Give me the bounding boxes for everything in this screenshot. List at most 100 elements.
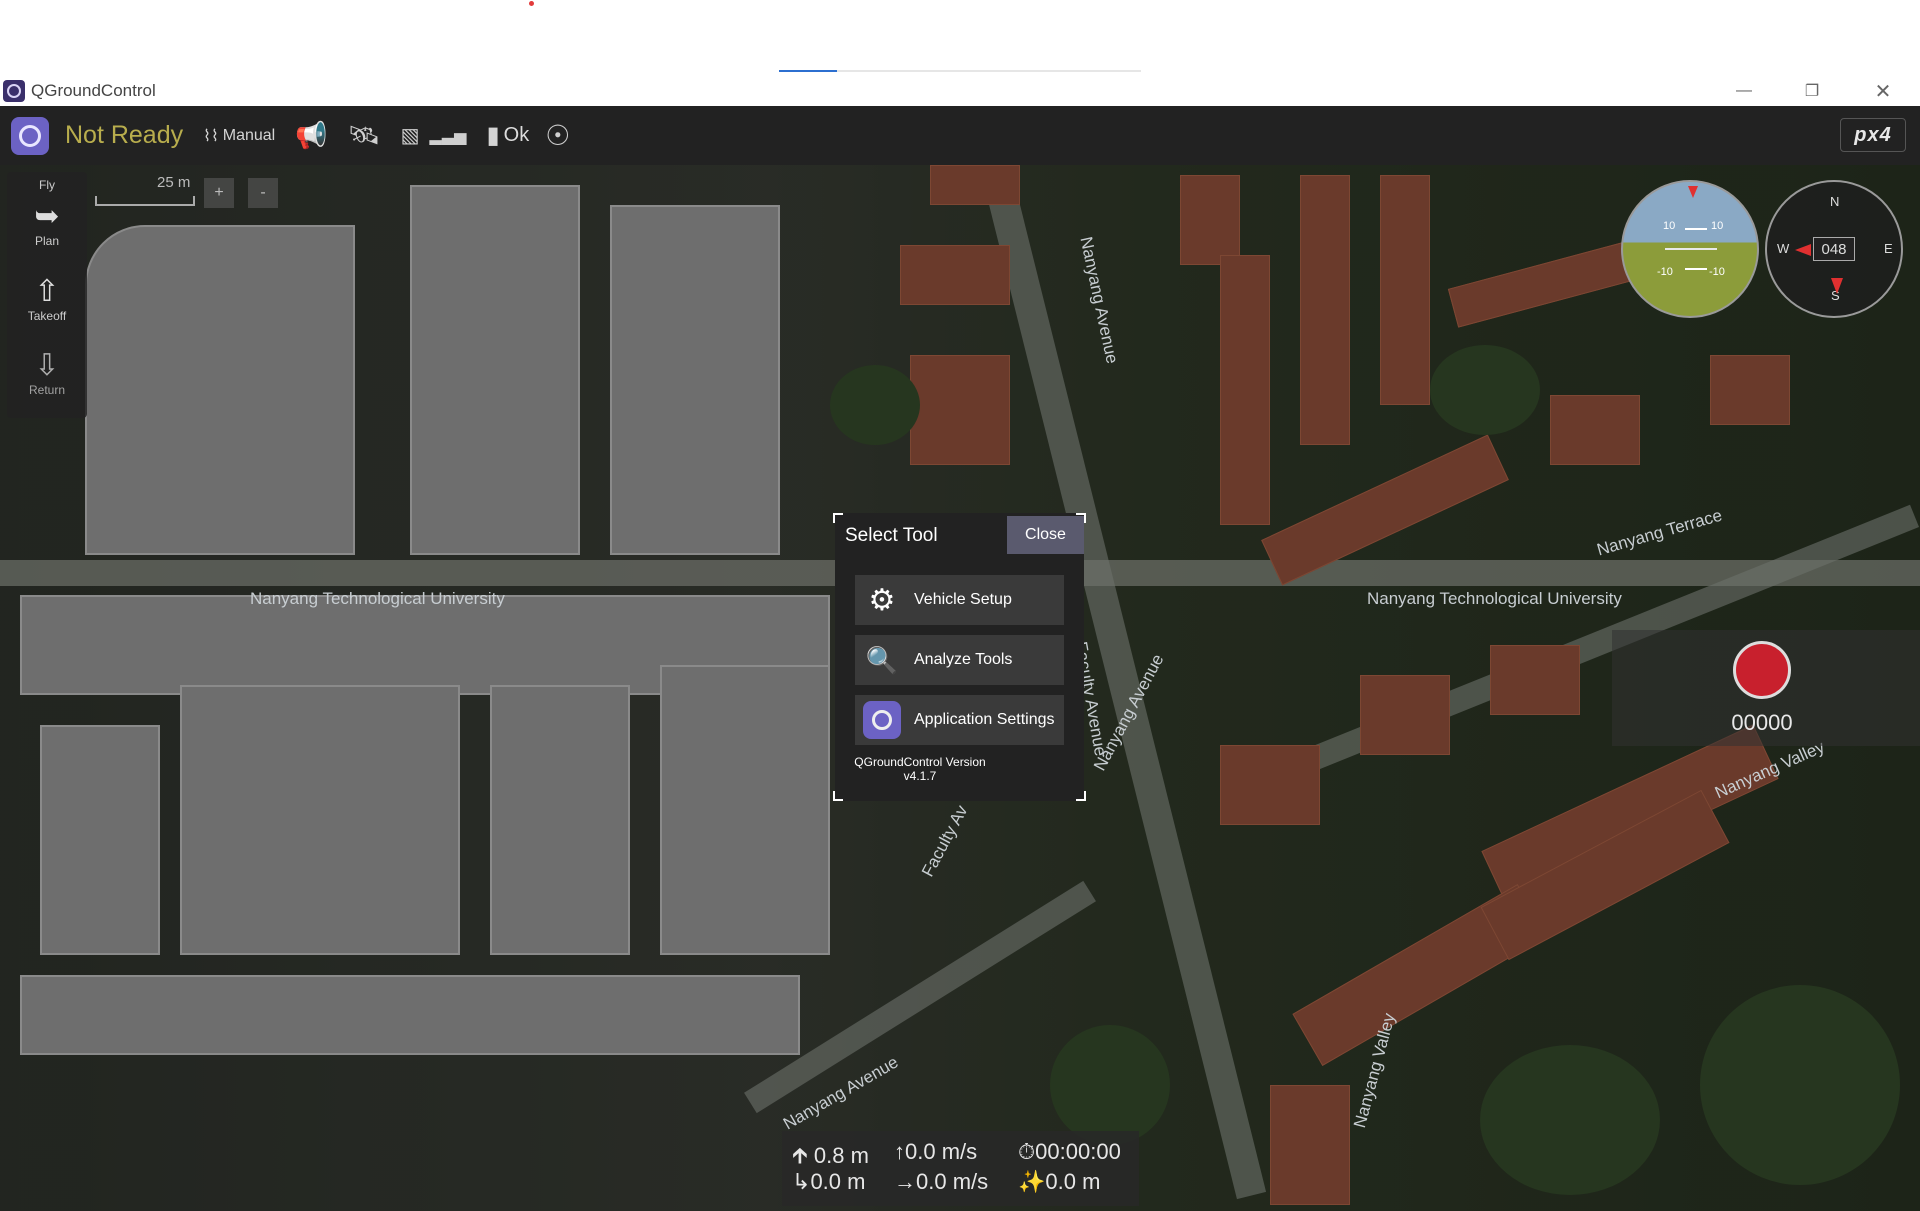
analyze-icon: 🔍 [865,644,899,675]
map-building [20,975,800,1055]
restore-button[interactable]: ❐ [1789,76,1835,106]
gps-satellite-icon[interactable]: 🛰 [348,120,381,151]
distance-home-text: 0.0 m [810,1169,866,1194]
odometer-value: ✨0.0 m [1018,1169,1100,1195]
map-tree [830,365,920,445]
pitch-tick-label: 10 [1663,220,1676,232]
application-settings-button[interactable]: Application Settings [855,695,1064,745]
map-tree [1700,985,1900,1185]
map-scale-bar [95,196,195,206]
compass-north: N [1830,194,1840,209]
flight-mode-label: Manual [222,126,276,144]
fly-toolstrip: Fly ➥ Plan ⇧ Takeoff ⇩ Return [7,172,87,418]
horizontal-speed-icon: → [894,1169,916,1194]
pitch-tick-label: -10 [1709,266,1725,278]
map-place-label: Nanyang Technological University [1367,589,1622,608]
pitch-tick-label: 10 [1711,220,1724,232]
map-building [85,225,355,555]
plan-button[interactable]: ➥ Plan [7,200,87,248]
map-building [490,685,630,955]
status-dot [529,1,534,6]
return-label: Return [28,383,66,397]
map-roof [1300,175,1350,445]
select-tool-dialog: Select Tool Close ⚙ Vehicle Setup 🔍 Anal… [833,513,1086,801]
pitch-tick-label: -10 [1657,266,1673,278]
heading-pointer-icon [1795,244,1811,256]
dialog-corner [833,791,843,801]
flight-mode-icon: ⌇⌇ [203,127,219,145]
compass-east: E [1884,241,1893,256]
telemetry-bar: 🡱 0.8 m ↑0.0 m/s ⏱00:00:00 ↳0.0 m →0.0 m… [782,1131,1139,1206]
flight-mode-selector[interactable]: ⌇⌇ Manual [203,126,275,146]
map-roof [1447,242,1633,328]
battery-indicator[interactable]: ▮ Ok [486,121,529,150]
version-info: QGroundControl Version v4.1.7 [835,755,1005,783]
map-roof [1380,175,1430,405]
loading-progress-bar [779,70,1141,72]
distance-icon: ↳ [792,1169,811,1194]
version-number: v4.1.7 [903,769,937,783]
horizontal-speed-value: →0.0 m/s [894,1169,988,1195]
attitude-indicator: 10 10 -10 -10 [1621,180,1759,318]
compass-west: W [1777,241,1790,256]
heading-readout: 048 [1813,237,1855,261]
dialog-close-button[interactable]: Close [1007,516,1084,554]
vertical-speed-value: ↑0.0 m/s [894,1139,977,1165]
dialog-corner [1076,791,1086,801]
version-title: QGroundControl Version [854,755,986,769]
rc-remote-icon[interactable]: ▧ [401,123,420,148]
loading-progress-fill [779,70,837,72]
map-building [610,205,780,555]
odometer-icon: ✨ [1018,1169,1046,1194]
zoom-out-button[interactable]: - [248,178,278,208]
px4-logo: px4 [1840,118,1906,152]
map-scale-label: 25 m [157,174,191,191]
map-tree [1430,345,1540,435]
map-street-label: Faculty Av [918,802,972,880]
close-icon: ✕ [1874,80,1892,103]
vehicle-setup-button[interactable]: ⚙ Vehicle Setup [855,575,1064,625]
rtk-gps-icon[interactable]: ☉ [545,119,570,152]
takeoff-button[interactable]: ⇧ Takeoff [7,275,87,323]
restore-icon: ❐ [1804,83,1820,100]
flight-time-text: 00:00:00 [1035,1139,1121,1164]
pitch-line [1685,228,1707,230]
qgc-logo-icon [19,124,41,147]
vertical-speed-icon: ↑ [894,1139,905,1164]
vehicle-setup-label: Vehicle Setup [914,591,1012,608]
map-roof [1360,675,1450,755]
map-tree [1480,1045,1660,1195]
vehicle-status[interactable]: Not Ready [65,121,183,150]
altitude-icon: 🡱 [792,1143,808,1168]
return-icon: ⇩ [34,349,60,382]
timer-icon: ⏱ [1018,1139,1036,1164]
map-place-label: Nanyang Technological University [250,589,505,608]
map-roof [1220,745,1320,825]
main-toolbar: Not Ready ⌇⌇ Manual 📢 🛰 ▧ ▂▃▅ ▮ Ok ☉ [0,106,1920,165]
map-street-label: Nanyang Avenue [1076,235,1122,366]
zoom-in-button[interactable]: + [204,178,234,208]
minimize-button[interactable]: — [1721,76,1767,106]
map-roof [1180,175,1240,265]
analyze-tools-label: Analyze Tools [914,651,1013,668]
toolstrip-header: Fly [39,178,55,192]
horizontal-speed-text: 0.0 m/s [916,1169,989,1194]
odometer-text: 0.0 m [1045,1169,1101,1194]
return-button[interactable]: ⇩ Return [7,349,87,397]
pitch-line [1685,268,1707,270]
roll-pointer-icon [1688,186,1698,198]
close-window-button[interactable]: ✕ [1860,76,1906,106]
vertical-speed-text: 0.0 m/s [905,1139,978,1164]
window-titlebar: QGroundControl [0,76,1920,106]
qgc-menu-button[interactable] [11,116,49,155]
analyze-tools-button[interactable]: 🔍 Analyze Tools [855,635,1064,685]
map-roof [930,165,1020,205]
messages-megaphone-icon[interactable]: 📢 [295,120,327,151]
map-building [660,665,830,955]
plan-label: Plan [34,234,60,248]
horizon-line [1665,248,1717,250]
battery-status: Ok [503,124,530,146]
qgc-logo-icon [862,700,902,740]
record-button[interactable] [1733,641,1791,699]
flight-time-value: ⏱00:00:00 [1018,1139,1121,1165]
